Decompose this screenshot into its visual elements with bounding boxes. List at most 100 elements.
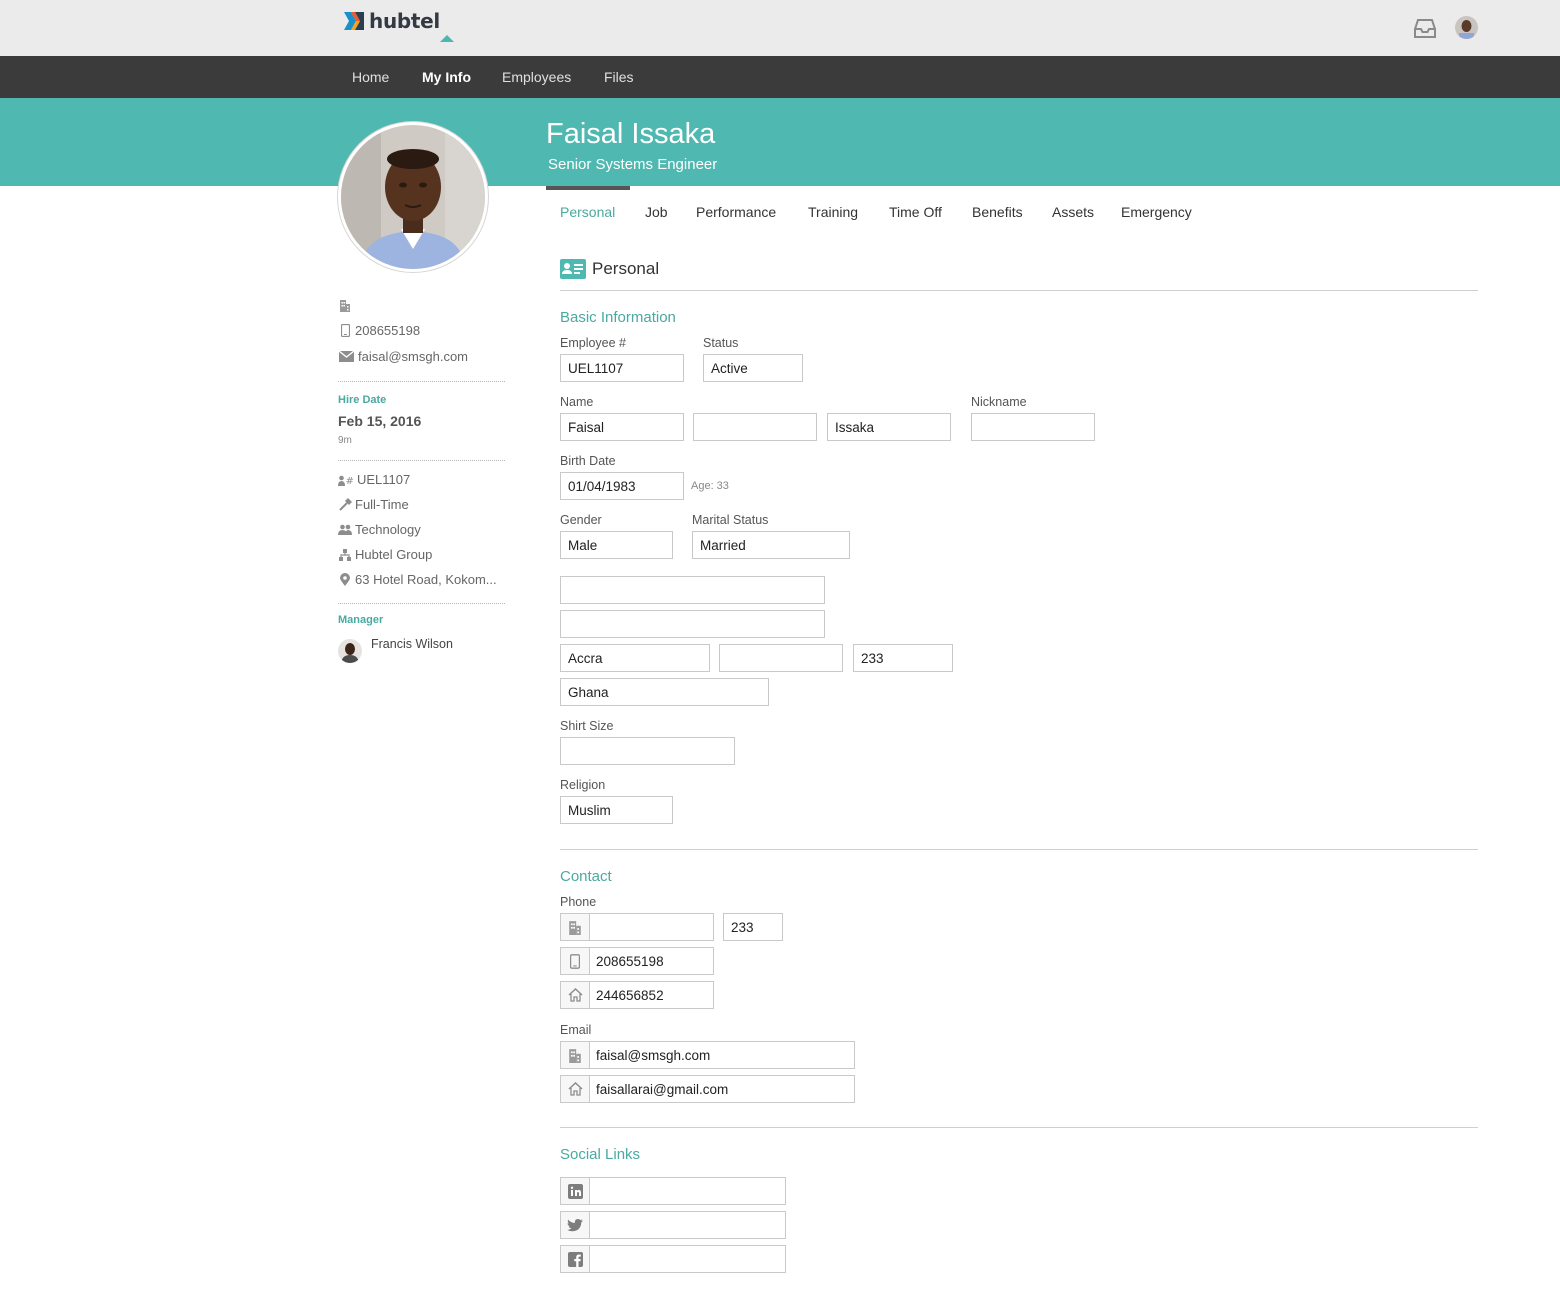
employee-no-label: Employee # (560, 336, 627, 350)
work-email-value[interactable]: faisal@smsgh.com (590, 1042, 710, 1068)
tab-time-off[interactable]: Time Off (889, 204, 942, 220)
tab-assets[interactable]: Assets (1052, 204, 1094, 220)
linkedin-icon (561, 1178, 590, 1204)
brand-name: hubtel (369, 9, 440, 33)
building-icon (561, 1042, 590, 1068)
sidebar-employee-id: # UEL1107 (338, 472, 410, 487)
birth-date-input[interactable]: 01/04/1983 (560, 472, 684, 500)
status-select[interactable]: Active (703, 354, 803, 382)
first-name-input[interactable]: Faisal (560, 413, 684, 441)
linkedin-input[interactable] (560, 1177, 786, 1205)
nav-my-info[interactable]: My Info (422, 69, 471, 85)
home-icon (561, 1076, 590, 1102)
shirt-size-label: Shirt Size (560, 719, 614, 733)
hubtel-logo[interactable]: hubtel (343, 8, 440, 34)
tab-emergency[interactable]: Emergency (1121, 204, 1192, 220)
manager-avatar[interactable] (338, 639, 362, 663)
state-input[interactable] (719, 644, 843, 672)
tab-job[interactable]: Job (645, 204, 668, 220)
linkedin-value[interactable] (590, 1178, 596, 1204)
sidebar-employment-type: Full-Time (338, 497, 409, 512)
name-label: Name (560, 395, 594, 409)
sidebar-email[interactable]: faisal@smsgh.com (338, 349, 468, 364)
mobile-phone-value[interactable]: 208655198 (590, 948, 664, 974)
active-nav-caret (440, 35, 454, 42)
work-phone-ext-input[interactable]: 233 (723, 913, 783, 941)
user-avatar[interactable] (1455, 16, 1478, 39)
facebook-icon (561, 1246, 590, 1272)
work-phone-input[interactable] (560, 913, 714, 941)
sidebar-department-value: Technology (355, 522, 421, 537)
nickname-label: Nickname (971, 395, 1027, 409)
gender-select[interactable]: Male (560, 531, 673, 559)
marital-status-label: Marital Status (692, 513, 769, 527)
tenure-value: 9m (338, 435, 352, 446)
home-phone-input[interactable]: 244656852 (560, 981, 714, 1009)
religion-select[interactable]: Muslim (560, 796, 673, 824)
birth-date-label: Birth Date (560, 454, 616, 468)
nickname-input[interactable] (971, 413, 1095, 441)
middle-name-input[interactable] (693, 413, 817, 441)
postal-code-input[interactable]: 233 (853, 644, 953, 672)
city-input[interactable]: Accra (560, 644, 710, 672)
work-email-input[interactable]: faisal@smsgh.com (560, 1041, 855, 1069)
employee-name: Faisal Issaka (546, 118, 716, 150)
country-select[interactable]: Ghana (560, 678, 769, 706)
profile-banner (0, 98, 1560, 186)
sidebar-location: 63 Hotel Road, Kokom... (338, 572, 497, 587)
mobile-phone-input[interactable]: 208655198 (560, 947, 714, 975)
sidebar-mobile-value: 208655198 (355, 323, 421, 338)
top-header: hubtel (0, 0, 1560, 56)
employee-no-input[interactable]: UEL1107 (560, 354, 684, 382)
sidebar-work-phone (338, 298, 355, 312)
sidebar-employment-type-value: Full-Time (355, 497, 409, 512)
work-phone-value[interactable] (590, 914, 596, 940)
home-phone-value[interactable]: 244656852 (590, 982, 664, 1008)
last-name-input[interactable]: Issaka (827, 413, 951, 441)
manager-name[interactable]: Francis Wilson (371, 637, 453, 651)
sidebar-location-value: 63 Hotel Road, Kokom... (355, 572, 497, 587)
org-chart-icon (338, 548, 352, 562)
facebook-value[interactable] (590, 1246, 596, 1272)
tab-training[interactable]: Training (808, 204, 858, 220)
address-line1-input[interactable] (560, 576, 825, 604)
basic-info-heading: Basic Information (560, 309, 676, 326)
twitter-input[interactable] (560, 1211, 786, 1239)
nav-employees[interactable]: Employees (502, 69, 571, 85)
facebook-input[interactable] (560, 1245, 786, 1273)
contact-heading: Contact (560, 868, 612, 885)
sidebar-mobile: 208655198 (338, 323, 420, 338)
marital-status-select[interactable]: Married (692, 531, 850, 559)
envelope-icon (338, 350, 355, 364)
home-email-input[interactable]: faisallarai@gmail.com (560, 1075, 855, 1103)
tab-benefits[interactable]: Benefits (972, 204, 1023, 220)
hire-date-label: Hire Date (338, 394, 387, 406)
personal-section-heading: Personal (560, 259, 659, 279)
age-text: Age: 33 (691, 480, 729, 492)
sidebar-employee-id-value: UEL1107 (357, 472, 411, 487)
mobile-phone-icon (338, 324, 352, 338)
section-divider (560, 849, 1478, 850)
twitter-value[interactable] (590, 1212, 596, 1238)
building-icon (561, 914, 590, 940)
inbox-icon[interactable] (1413, 17, 1437, 39)
id-badge-icon: # (338, 473, 354, 487)
personal-heading-text: Personal (592, 259, 660, 278)
tab-personal[interactable]: Personal (560, 204, 615, 220)
nav-home[interactable]: Home (352, 69, 389, 85)
sidebar-divider (338, 603, 505, 604)
twitter-icon (561, 1212, 590, 1238)
building-icon (338, 298, 352, 312)
hammer-icon (338, 498, 352, 512)
profile-photo[interactable] (338, 122, 488, 272)
address-line2-input[interactable] (560, 610, 825, 638)
email-label: Email (560, 1023, 592, 1037)
phone-label: Phone (560, 895, 597, 909)
active-tab-indicator (546, 186, 630, 190)
map-pin-icon (338, 573, 352, 587)
nav-files[interactable]: Files (604, 69, 634, 85)
sidebar-email-value[interactable]: faisal@smsgh.com (358, 349, 468, 364)
tab-performance[interactable]: Performance (696, 204, 776, 220)
home-email-value[interactable]: faisallarai@gmail.com (590, 1076, 728, 1102)
shirt-size-select[interactable] (560, 737, 735, 765)
